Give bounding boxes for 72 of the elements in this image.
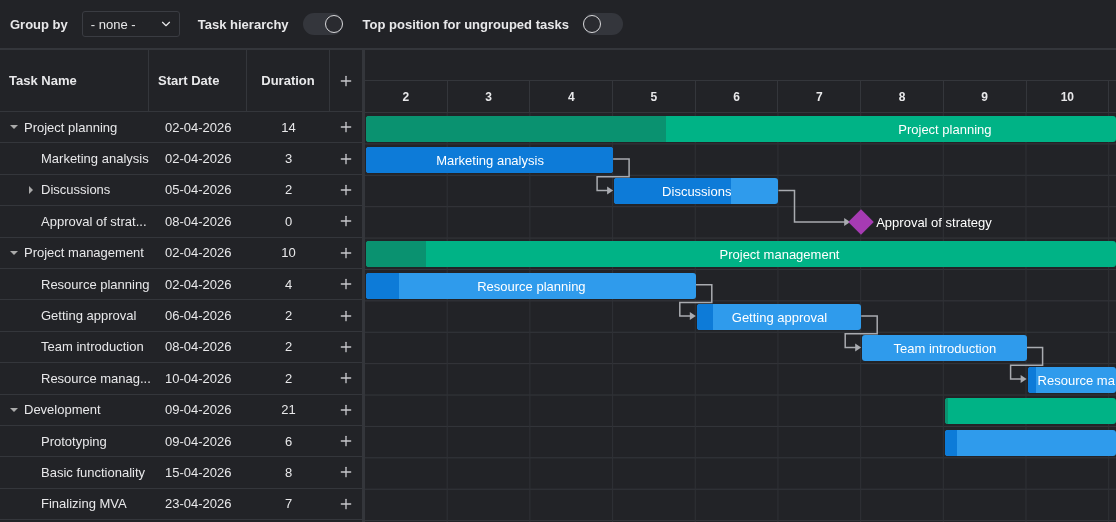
task-name: Approval of strat...: [41, 213, 147, 229]
duration-cell-text: 2: [283, 339, 294, 355]
start-date-cell-text: 02-04-2026: [164, 245, 233, 261]
caret-down-icon[interactable]: [10, 123, 18, 132]
day-label: 8: [861, 81, 944, 112]
duration-cell-text: 14: [280, 119, 297, 135]
task-name: Finalizing MVA: [41, 496, 127, 512]
task-bar[interactable]: [944, 429, 1116, 456]
task-bar[interactable]: Discussions: [614, 178, 779, 205]
column-header[interactable]: Task Name: [9, 73, 77, 88]
start-date-cell-text: 02-04-2026: [164, 276, 233, 292]
task-name: Development: [24, 402, 101, 418]
start-date-cell-text: 09-04-2026: [164, 433, 233, 449]
start-date-cell-text: 23-04-2026: [164, 496, 233, 512]
day-label: 6: [695, 81, 779, 112]
task-name: Prototyping: [41, 433, 107, 449]
duration-cell-text: 2: [283, 308, 294, 324]
toggle-switch[interactable]: [302, 13, 343, 35]
caret-down-icon[interactable]: [10, 405, 18, 414]
duration-cell-text: 2: [283, 370, 294, 386]
day-label: 10: [1026, 81, 1110, 112]
task-name: Basic functionality: [41, 465, 146, 480]
task-bar[interactable]: Team introduction: [862, 335, 1027, 362]
duration-cell-text: 21: [280, 402, 297, 418]
task-name: Resource manag...: [41, 370, 151, 386]
group-by-label: Group by: [10, 16, 68, 32]
start-date-cell-text: 02-04-2026: [164, 151, 233, 167]
project-bar[interactable]: Project management: [366, 241, 1116, 268]
day-label: 9: [943, 81, 1027, 112]
task-bar[interactable]: Getting approval: [696, 303, 862, 330]
start-date-cell-text: 02-04-2026: [164, 119, 233, 135]
day-label: 3: [447, 81, 531, 112]
duration-cell-text: 2: [283, 182, 294, 198]
task-name: Marketing analysis: [41, 151, 149, 167]
start-date-cell-text: 10-04-2026: [164, 370, 233, 386]
start-date-cell-text: 09-04-2026: [164, 402, 233, 418]
task-name: Team introduction: [41, 339, 144, 355]
toggle-label: Task hierarchy: [197, 16, 289, 32]
start-date-cell-text: 06-04-2026: [164, 308, 233, 324]
duration-cell-text: 3: [283, 151, 294, 167]
task-name: Discussions: [41, 182, 111, 198]
task-bar[interactable]: Resource ma: [1027, 366, 1116, 393]
group-by-dropdown[interactable]: - none -: [81, 11, 180, 37]
day-label: 2: [365, 81, 448, 112]
task-bar[interactable]: Resource planning: [366, 272, 696, 299]
duration-cell-text: 0: [283, 213, 294, 229]
caret-right-icon[interactable]: [27, 185, 35, 194]
task-name: Resource planning: [41, 276, 150, 292]
task-name: Project management: [24, 245, 144, 261]
toggle-switch[interactable]: [582, 13, 623, 35]
project-bar[interactable]: [944, 398, 1116, 425]
day-label: 5: [613, 81, 696, 112]
start-date-cell-text: 05-04-2026: [164, 182, 233, 198]
task-name: Project planning: [24, 119, 118, 135]
task-bar[interactable]: Marketing analysis: [366, 146, 614, 173]
duration-cell-text: 7: [283, 496, 294, 512]
column-header[interactable]: Start Date: [158, 73, 220, 88]
duration-cell-text: 6: [283, 433, 294, 449]
start-date-cell-text: 15-04-2026: [164, 465, 233, 480]
start-date-cell-text: 08-04-2026: [164, 213, 233, 229]
project-bar[interactable]: Project planning: [366, 115, 1116, 142]
duration-cell-text: 8: [283, 465, 294, 480]
day-label: 4: [530, 81, 614, 112]
column-header[interactable]: Duration: [261, 73, 315, 88]
start-date-cell-text: 08-04-2026: [164, 339, 233, 355]
day-label: 7: [778, 81, 862, 112]
duration-cell-text: 10: [280, 245, 297, 261]
milestone-label: Approval of strategy: [876, 214, 992, 230]
task-name: Getting approval: [41, 308, 137, 324]
caret-down-icon[interactable]: [10, 248, 18, 257]
duration-cell-text: 4: [283, 276, 294, 292]
toggle-label: Top position for ungrouped tasks: [362, 16, 569, 32]
